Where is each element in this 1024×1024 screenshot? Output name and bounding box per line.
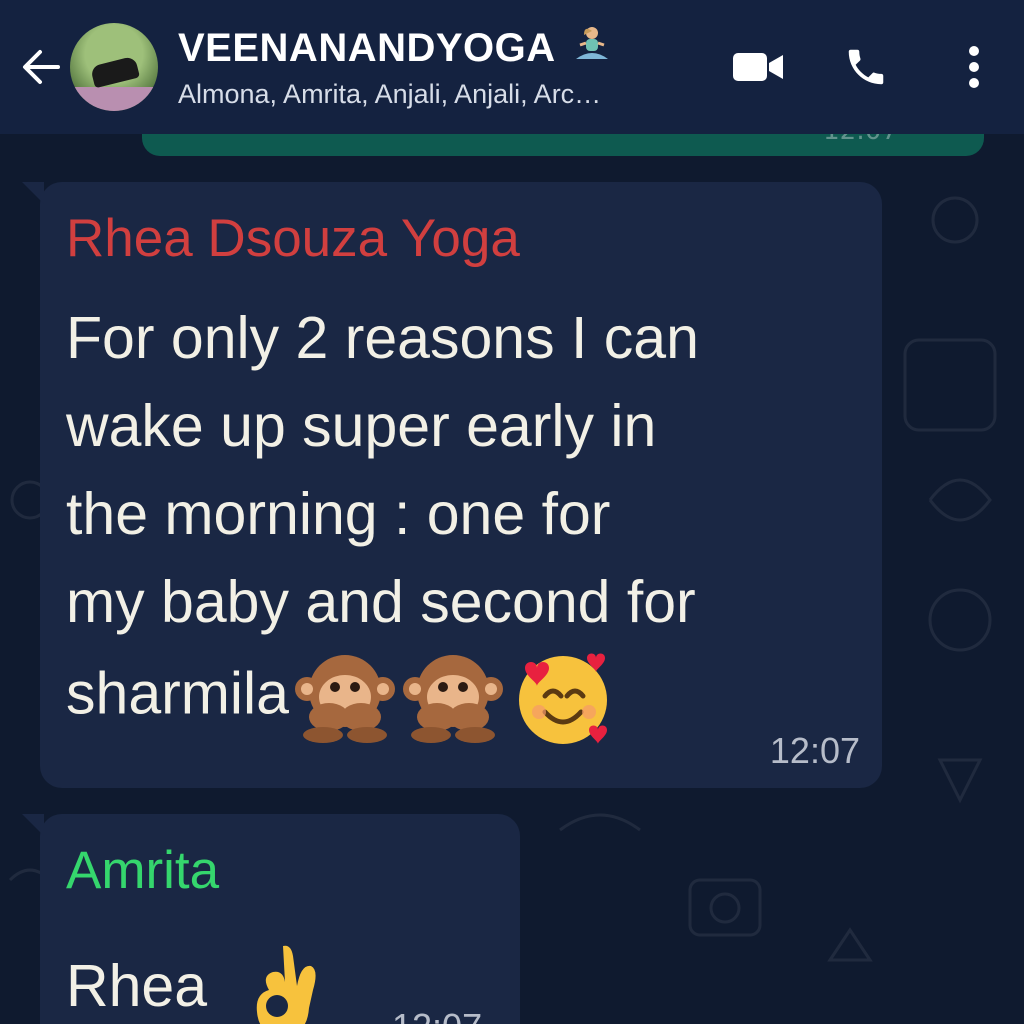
voice-call-button[interactable] [834, 35, 898, 99]
message-line: Rhea [66, 953, 208, 1019]
video-call-button[interactable] [726, 35, 790, 99]
message-time: 12:07 [392, 1006, 482, 1024]
group-members: Almona, Amrita, Anjali, Anjali, Arc… [178, 78, 602, 109]
see-no-evil-monkey-icon [402, 655, 503, 743]
message-time: 12:07 [769, 730, 860, 771]
back-arrow-icon [23, 50, 60, 84]
video-call-icon [733, 53, 783, 81]
header-actions [726, 35, 1006, 99]
group-avatar[interactable] [70, 23, 158, 111]
message-line: wake up super early in [66, 393, 657, 459]
message-bubble[interactable]: Rhea Dsouza Yoga For only 2 reasons I ca… [22, 182, 882, 788]
see-no-evil-monkey-icon [294, 655, 395, 743]
message-line: the morning : one for [66, 481, 611, 547]
group-title: VEENANANDYOGA [178, 25, 726, 71]
back-button[interactable] [16, 42, 66, 92]
message-text: For only 2 reasons I can wake up super e… [66, 294, 866, 750]
message-line: my baby and second for [66, 569, 696, 635]
message-sender[interactable]: Amrita [66, 840, 219, 901]
group-info[interactable]: VEENANANDYOGA Almona, Amrita, Anjali, An… [178, 25, 726, 110]
smiling-face-with-hearts-icon [518, 653, 607, 744]
message-sender[interactable]: Rhea Dsouza Yoga [66, 208, 520, 269]
voice-call-icon [848, 49, 884, 85]
message-last-line: sharmila [66, 646, 866, 750]
message-line: sharmila [66, 660, 289, 727]
person-in-lotus-position-icon [575, 26, 608, 59]
message-line: For only 2 reasons I can [66, 305, 699, 371]
group-name: VEENANANDYOGA [178, 25, 555, 70]
chat-header: VEENANANDYOGA Almona, Amrita, Anjali, An… [0, 0, 1024, 134]
more-options-button[interactable] [942, 35, 1006, 99]
ok-hand-icon [257, 946, 316, 1024]
message-text: Rhea [66, 942, 331, 1024]
message-bubble[interactable]: Amrita Rhea 12:07 [22, 814, 520, 1024]
more-options-icon [969, 46, 979, 88]
